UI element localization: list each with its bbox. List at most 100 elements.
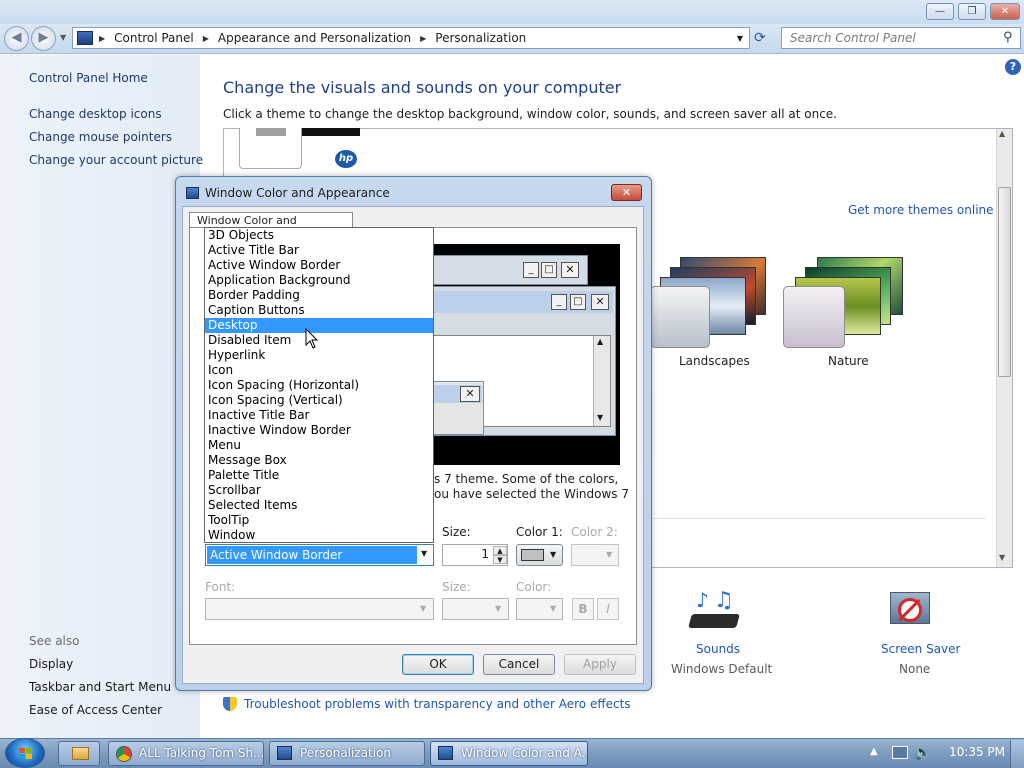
- taskbar-item-window-color[interactable]: Window Color and A...: [430, 741, 588, 766]
- item-select[interactable]: Active Window Border ▼: [205, 544, 434, 566]
- dropdown-item-selected[interactable]: Desktop: [205, 318, 433, 333]
- change-mouse-pointers-link[interactable]: Change mouse pointers: [29, 130, 172, 144]
- back-icon[interactable]: ◀: [4, 26, 29, 51]
- stepper-up-icon[interactable]: ▲: [493, 546, 507, 555]
- start-button[interactable]: [5, 738, 45, 768]
- dropdown-item[interactable]: Disabled Item: [205, 333, 433, 348]
- dropdown-item[interactable]: Application Background: [205, 273, 433, 288]
- breadcrumb-control-panel[interactable]: Control Panel: [114, 31, 194, 45]
- dialog-info-text-2: ou have selected the Windows 7: [434, 487, 630, 501]
- font-color-button[interactable]: ▼: [516, 598, 563, 620]
- troubleshoot-aero-link[interactable]: Troubleshoot problems with transparency …: [244, 697, 631, 711]
- address-dropdown-icon[interactable]: ▼: [737, 34, 743, 43]
- minimize-button[interactable]: —: [926, 3, 954, 20]
- font-select[interactable]: ▼: [205, 598, 434, 620]
- clock[interactable]: 10:35 PM: [949, 745, 1005, 759]
- bold-button[interactable]: B: [572, 598, 594, 620]
- scrollbar-thumb[interactable]: [998, 187, 1011, 377]
- show-hidden-icons[interactable]: ▲: [870, 746, 878, 757]
- dropdown-item[interactable]: Hyperlink: [205, 348, 433, 363]
- recent-pages-icon[interactable]: ▼: [60, 33, 66, 42]
- show-desktop-button[interactable]: [1010, 740, 1024, 768]
- dialog-title: Window Color and Appearance: [205, 186, 390, 200]
- dropdown-item[interactable]: Caption Buttons: [205, 303, 433, 318]
- hp-logo-icon: hp: [335, 150, 357, 168]
- breadcrumb-personalization[interactable]: Personalization: [435, 31, 526, 45]
- search-icon[interactable]: ⚲: [1003, 30, 1013, 45]
- stepper-down-icon[interactable]: ▼: [493, 555, 507, 564]
- control-panel-icon: [77, 31, 93, 45]
- search-input[interactable]: Search Control Panel: [781, 27, 1021, 49]
- theme-thumbnail[interactable]: [239, 128, 302, 169]
- forward-icon[interactable]: ▶: [31, 26, 56, 51]
- sounds-icon[interactable]: ♪ ♫: [688, 588, 740, 632]
- screen-saver-value: None: [899, 662, 931, 676]
- change-desktop-icons-link[interactable]: Change desktop icons: [29, 107, 162, 121]
- color2-button[interactable]: ▼: [571, 544, 619, 566]
- dropdown-item[interactable]: Palette Title: [205, 468, 433, 483]
- folder-icon: [72, 747, 89, 760]
- dropdown-item[interactable]: Window: [205, 528, 433, 543]
- dropdown-item[interactable]: Icon Spacing (Horizontal): [205, 378, 433, 393]
- dropdown-item[interactable]: Icon: [205, 363, 433, 378]
- tab-window-color[interactable]: Window Color and Appearance: [189, 212, 353, 243]
- dropdown-item[interactable]: Selected Items: [205, 498, 433, 513]
- dropdown-item[interactable]: Scrollbar: [205, 483, 433, 498]
- maximize-button[interactable]: ❐: [958, 3, 986, 20]
- theme-nature-label[interactable]: Nature: [828, 354, 869, 368]
- taskbar-item-browser[interactable]: ALL Talking Tom Sh...: [108, 741, 264, 766]
- ok-button[interactable]: OK: [402, 654, 474, 675]
- font-size-select[interactable]: ▼: [442, 598, 509, 620]
- dropdown-item[interactable]: Icon Spacing (Vertical): [205, 393, 433, 408]
- screen-saver-icon[interactable]: [888, 590, 934, 634]
- network-icon[interactable]: [892, 746, 908, 759]
- display-link[interactable]: Display: [29, 657, 73, 671]
- control-panel-icon: [277, 746, 292, 760]
- dropdown-item[interactable]: Inactive Title Bar: [205, 408, 433, 423]
- screen-saver-link[interactable]: Screen Saver: [881, 642, 960, 656]
- breadcrumb-appearance[interactable]: Appearance and Personalization: [218, 31, 411, 45]
- window-titlebar: [0, 0, 1024, 24]
- apply-button[interactable]: Apply: [564, 654, 636, 675]
- change-account-picture-link[interactable]: Change your account picture: [29, 153, 203, 167]
- help-icon[interactable]: ?: [1005, 59, 1021, 75]
- dropdown-item[interactable]: Menu: [205, 438, 433, 453]
- dropdown-item[interactable]: Message Box: [205, 453, 433, 468]
- refresh-icon[interactable]: ⟳: [754, 30, 766, 46]
- volume-muted-icon[interactable]: 🔈: [914, 745, 931, 761]
- control-panel-home-link[interactable]: Control Panel Home: [29, 71, 148, 85]
- color1-button[interactable]: ▼: [516, 544, 563, 566]
- theme-landscapes-label[interactable]: Landscapes: [679, 354, 750, 368]
- taskbar-item-personalization[interactable]: Personalization: [269, 741, 425, 766]
- explorer-taskbar-button[interactable]: [58, 741, 100, 766]
- italic-button[interactable]: I: [597, 598, 619, 620]
- dropdown-item[interactable]: ToolTip: [205, 513, 433, 528]
- size-stepper[interactable]: 1 ▲ ▼: [442, 544, 508, 566]
- get-more-themes-link[interactable]: Get more themes online: [848, 203, 994, 217]
- theme-list-scrollbar[interactable]: ▲ ▼: [996, 129, 1012, 567]
- taskbar-item-label: ALL Talking Tom Sh...: [139, 746, 264, 760]
- see-also-heading: See also: [29, 634, 80, 648]
- dropdown-item[interactable]: Active Window Border: [205, 258, 433, 273]
- dropdown-item[interactable]: Inactive Window Border: [205, 423, 433, 438]
- control-panel-icon: [438, 746, 453, 760]
- taskbar-item-label: Window Color and A...: [461, 746, 588, 760]
- chevron-right-icon: ▶: [202, 33, 209, 43]
- shield-icon: [223, 697, 237, 711]
- dropdown-item[interactable]: Border Padding: [205, 288, 433, 303]
- cancel-button[interactable]: Cancel: [483, 654, 555, 675]
- address-bar[interactable]: ▶ Control Panel ▶ Appearance and Persona…: [72, 27, 750, 49]
- theme-nature[interactable]: [783, 255, 908, 350]
- dialog-app-icon: [186, 187, 199, 199]
- dropdown-item[interactable]: Active Title Bar: [205, 243, 433, 258]
- ease-of-access-link[interactable]: Ease of Access Center: [29, 703, 162, 717]
- dialog-close-button[interactable]: ✕: [611, 184, 642, 201]
- theme-thumbnail-strip: [302, 128, 360, 136]
- theme-landscapes[interactable]: [650, 255, 775, 350]
- dropdown-item[interactable]: 3D Objects: [205, 228, 433, 243]
- taskbar-start-menu-link[interactable]: Taskbar and Start Menu: [29, 680, 171, 694]
- item-dropdown-list[interactable]: 3D Objects Active Title Bar Active Windo…: [204, 227, 434, 543]
- sounds-link[interactable]: Sounds: [696, 642, 740, 656]
- close-button[interactable]: ✕: [990, 3, 1020, 20]
- preview-message-box: ✕: [430, 381, 484, 435]
